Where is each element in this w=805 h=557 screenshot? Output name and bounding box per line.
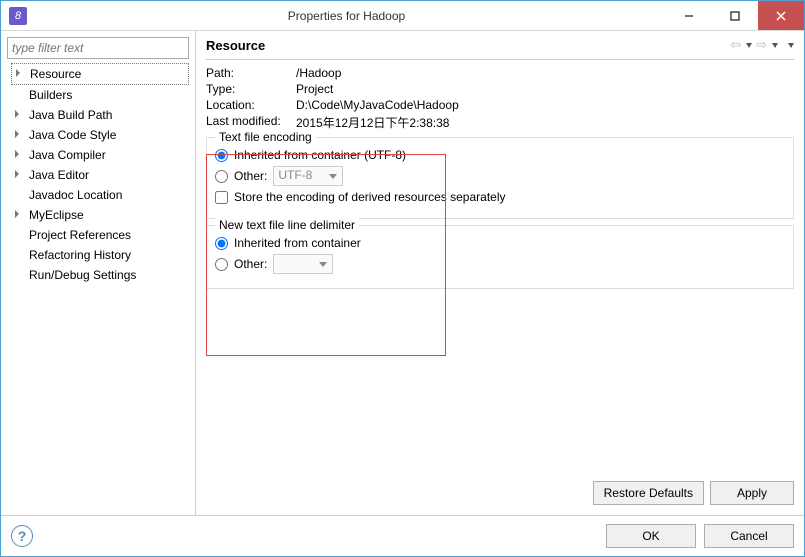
encoding-other-label: Other: bbox=[234, 169, 267, 183]
delimiter-group: New text file line delimiter Inherited f… bbox=[206, 225, 794, 289]
page-title: Resource bbox=[206, 38, 730, 53]
tree-item-project-references[interactable]: Project References bbox=[11, 225, 189, 245]
path-label: Path: bbox=[206, 66, 296, 80]
store-derived-checkbox[interactable] bbox=[215, 191, 228, 204]
tree-item-javadoc-location[interactable]: Javadoc Location bbox=[11, 185, 189, 205]
filter-input[interactable] bbox=[7, 37, 189, 59]
dialog-body: Resource Builders Java Build Path Java C… bbox=[1, 31, 804, 515]
type-value: Project bbox=[296, 82, 794, 96]
tree-item-java-compiler[interactable]: Java Compiler bbox=[11, 145, 189, 165]
ok-button[interactable]: OK bbox=[606, 524, 696, 548]
modified-value: 2015年12月12日下午2:38:38 bbox=[296, 114, 794, 131]
encoding-other-radio[interactable] bbox=[215, 170, 228, 183]
content-area: Path: /Hadoop Type: Project Location: D:… bbox=[206, 66, 794, 477]
view-menu-icon[interactable] bbox=[788, 43, 794, 48]
window-controls bbox=[666, 1, 804, 30]
tree-item-java-build-path[interactable]: Java Build Path bbox=[11, 105, 189, 125]
tree-item-resource[interactable]: Resource bbox=[11, 63, 189, 85]
nav-back-icon[interactable]: ⇦ bbox=[730, 37, 741, 53]
encoding-legend: Text file encoding bbox=[215, 130, 316, 144]
tree-item-java-editor[interactable]: Java Editor bbox=[11, 165, 189, 185]
minimize-button[interactable] bbox=[666, 1, 712, 30]
maximize-button[interactable] bbox=[712, 1, 758, 30]
page-buttons: Restore Defaults Apply bbox=[206, 477, 794, 509]
cancel-button[interactable]: Cancel bbox=[704, 524, 794, 548]
delimiter-inherited-radio[interactable] bbox=[215, 237, 228, 250]
encoding-group: Text file encoding Inherited from contai… bbox=[206, 137, 794, 219]
nav-forward-icon[interactable]: ⇨ bbox=[756, 37, 767, 53]
tree-item-builders[interactable]: Builders bbox=[11, 85, 189, 105]
close-button[interactable] bbox=[758, 1, 804, 30]
main-header: Resource ⇦ ⇨ bbox=[206, 37, 794, 60]
delimiter-other-combo[interactable] bbox=[273, 254, 333, 274]
tree-item-refactoring-history[interactable]: Refactoring History bbox=[11, 245, 189, 265]
apply-button[interactable]: Apply bbox=[710, 481, 794, 505]
window-title: Properties for Hadoop bbox=[27, 9, 666, 23]
modified-label: Last modified: bbox=[206, 114, 296, 131]
delimiter-other-radio[interactable] bbox=[215, 258, 228, 271]
location-value: D:\Code\MyJavaCode\Hadoop bbox=[296, 98, 794, 112]
encoding-inherited-label: Inherited from container (UTF-8) bbox=[234, 148, 406, 162]
delimiter-legend: New text file line delimiter bbox=[215, 218, 359, 232]
tree-item-java-code-style[interactable]: Java Code Style bbox=[11, 125, 189, 145]
encoding-other-combo[interactable]: UTF-8 bbox=[273, 166, 343, 186]
location-label: Location: bbox=[206, 98, 296, 112]
properties-dialog: 8 Properties for Hadoop Resource Builder… bbox=[0, 0, 805, 557]
main-panel: Resource ⇦ ⇨ Path: /Hadoop Type: Project… bbox=[196, 31, 804, 515]
header-nav: ⇦ ⇨ bbox=[730, 37, 794, 53]
dialog-footer: ? OK Cancel bbox=[1, 515, 804, 556]
tree-item-myeclipse[interactable]: MyEclipse bbox=[11, 205, 189, 225]
nav-back-menu-icon[interactable] bbox=[746, 43, 752, 48]
delimiter-other-label: Other: bbox=[234, 257, 267, 271]
encoding-inherited-radio[interactable] bbox=[215, 149, 228, 162]
restore-defaults-button[interactable]: Restore Defaults bbox=[593, 481, 704, 505]
category-tree: Resource Builders Java Build Path Java C… bbox=[7, 63, 189, 285]
app-icon: 8 bbox=[9, 7, 27, 25]
store-derived-label: Store the encoding of derived resources … bbox=[234, 190, 506, 204]
nav-forward-menu-icon[interactable] bbox=[772, 43, 778, 48]
type-label: Type: bbox=[206, 82, 296, 96]
titlebar: 8 Properties for Hadoop bbox=[1, 1, 804, 31]
delimiter-inherited-label: Inherited from container bbox=[234, 236, 361, 250]
path-value: /Hadoop bbox=[296, 66, 794, 80]
sidebar: Resource Builders Java Build Path Java C… bbox=[1, 31, 196, 515]
help-icon[interactable]: ? bbox=[11, 525, 33, 547]
resource-properties: Path: /Hadoop Type: Project Location: D:… bbox=[206, 66, 794, 131]
tree-item-run-debug-settings[interactable]: Run/Debug Settings bbox=[11, 265, 189, 285]
